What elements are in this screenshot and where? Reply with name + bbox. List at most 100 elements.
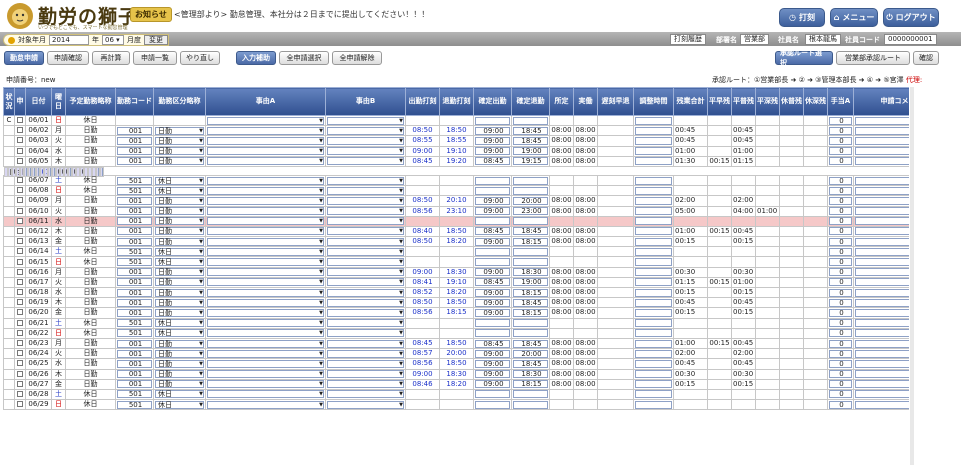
allowance-input[interactable]: 0 bbox=[829, 237, 852, 246]
apply-checkbox[interactable] bbox=[17, 197, 23, 204]
confirmed-out-input[interactable]: 19:15 bbox=[513, 157, 548, 166]
allowance-input[interactable]: 0 bbox=[829, 288, 852, 297]
work-code-input[interactable]: 001 bbox=[117, 136, 152, 145]
comment-input[interactable] bbox=[855, 329, 909, 338]
confirmed-out-input[interactable]: 18:15 bbox=[513, 308, 548, 317]
allowance-input[interactable]: 0 bbox=[829, 227, 852, 236]
work-code-input[interactable]: 001 bbox=[117, 196, 152, 205]
confirmed-out-input[interactable]: 18:45 bbox=[513, 136, 548, 145]
reason-b-select[interactable]: ▼ bbox=[327, 147, 404, 156]
reason-a-select[interactable]: ▼ bbox=[207, 400, 324, 409]
comment-input[interactable] bbox=[855, 126, 909, 135]
comment-input[interactable] bbox=[855, 390, 909, 399]
adjust-time-input[interactable] bbox=[635, 359, 672, 368]
comment-input[interactable] bbox=[855, 400, 909, 409]
adjust-time-input[interactable] bbox=[635, 370, 672, 379]
reason-a-select[interactable]: ▼ bbox=[207, 136, 324, 145]
confirmed-out-input[interactable] bbox=[513, 116, 548, 125]
table-row[interactable]: 06/20 金日勤 001 日勤 ▼ ▼ ▼ 08:56 18:15 09:00 18:15 08:0… bbox=[3, 307, 909, 319]
confirmed-out-input[interactable]: 23:00 bbox=[513, 207, 548, 216]
allowance-input[interactable]: 0 bbox=[829, 258, 852, 267]
confirmed-out-input[interactable]: 18:45 bbox=[513, 298, 548, 307]
work-code-input[interactable]: 501 bbox=[117, 186, 152, 195]
comment-input[interactable] bbox=[855, 339, 909, 348]
allowance-input[interactable]: 0 bbox=[829, 196, 852, 205]
adjust-time-input[interactable] bbox=[635, 147, 672, 156]
adjust-time-input[interactable] bbox=[635, 339, 672, 348]
adjust-time-input[interactable] bbox=[635, 237, 672, 246]
adjust-time-input[interactable] bbox=[635, 268, 672, 277]
adjust-time-input[interactable] bbox=[635, 380, 672, 389]
comment-input[interactable] bbox=[855, 196, 909, 205]
reason-a-select[interactable]: ▼ bbox=[207, 126, 324, 135]
reason-b-select[interactable]: ▼ bbox=[327, 339, 404, 348]
reason-a-select[interactable]: ▼ bbox=[207, 207, 324, 216]
apply-checkbox[interactable] bbox=[17, 147, 23, 154]
work-class-select[interactable]: 休日 ▼ bbox=[155, 176, 204, 185]
apply-checkbox[interactable] bbox=[17, 340, 23, 347]
input-assist-button[interactable]: 入力補助 bbox=[236, 51, 276, 65]
apply-checkbox[interactable] bbox=[17, 227, 23, 234]
reason-b-select[interactable]: ▼ bbox=[327, 258, 404, 267]
work-class-select[interactable]: 日勤▼ bbox=[155, 370, 204, 379]
confirmed-in-input[interactable]: 09:00 bbox=[475, 268, 510, 277]
work-class-select[interactable]: 日勤▼ bbox=[155, 237, 204, 246]
apply-checkbox[interactable] bbox=[17, 258, 23, 265]
confirmed-in-input[interactable]: 08:45 bbox=[475, 227, 510, 236]
work-class-select[interactable]: 日勤▼ bbox=[155, 136, 204, 145]
work-class-select[interactable]: 休日 ▼ bbox=[155, 390, 204, 399]
table-row[interactable]: 06/18 水日勤 001 日勤 ▼ ▼ ▼ 08:52 18:20 09:00 18:15 08:0… bbox=[3, 286, 909, 299]
comment-input[interactable] bbox=[855, 349, 909, 358]
work-code-input[interactable]: 001 bbox=[117, 237, 152, 246]
confirmed-in-input[interactable]: 09:00 bbox=[475, 359, 510, 368]
comment-input[interactable] bbox=[855, 319, 909, 328]
punch-history-button[interactable]: 打刻履歴 bbox=[670, 34, 706, 45]
adjust-time-input[interactable] bbox=[635, 217, 672, 226]
work-class-select[interactable]: 日勤▼ bbox=[155, 147, 204, 156]
work-code-input[interactable]: 501 bbox=[117, 329, 152, 338]
table-row[interactable]: C 06/01 日休日 ▼ ▼ 0 bbox=[3, 114, 909, 127]
adjust-time-input[interactable] bbox=[635, 207, 672, 216]
adjust-time-input[interactable] bbox=[635, 298, 672, 307]
reason-a-select[interactable]: ▼ bbox=[207, 186, 324, 195]
confirmed-out-input[interactable]: 18:45 bbox=[513, 126, 548, 135]
confirmed-out-input[interactable]: 18:15 bbox=[513, 288, 548, 297]
work-class-select[interactable]: 休日 ▼ bbox=[155, 247, 204, 256]
reason-a-select[interactable]: ▼ bbox=[207, 116, 324, 125]
apply-checkbox[interactable] bbox=[17, 370, 23, 377]
reason-a-select[interactable]: ▼ bbox=[207, 237, 324, 246]
change-button[interactable]: 変更 bbox=[144, 35, 168, 45]
menu-button[interactable]: ⌂ メニュー bbox=[830, 8, 878, 27]
allowance-input[interactable]: 0 bbox=[829, 186, 852, 195]
table-row[interactable]: 06/25 水日勤 001 日勤 ▼ ▼ ▼ 08:56 18:50 09:00 18:45 08:0… bbox=[3, 358, 909, 370]
work-class-select[interactable]: 日勤▼ bbox=[155, 298, 204, 307]
work-code-input[interactable]: 001 bbox=[117, 157, 152, 166]
confirmed-in-input[interactable] bbox=[475, 176, 510, 185]
confirmed-out-input[interactable]: 19:00 bbox=[513, 147, 548, 156]
reason-a-select[interactable]: ▼ bbox=[207, 278, 324, 287]
work-class-select[interactable]: 日勤▼ bbox=[155, 157, 204, 166]
allowance-input[interactable]: 0 bbox=[829, 400, 852, 409]
work-code-input[interactable]: 501 bbox=[117, 247, 152, 256]
apply-checkbox[interactable] bbox=[17, 299, 23, 306]
work-code-input[interactable]: 001 bbox=[117, 288, 152, 297]
confirmed-in-input[interactable] bbox=[475, 247, 510, 256]
adjust-time-input[interactable] bbox=[635, 136, 672, 145]
work-class-select[interactable]: 日勤▼ bbox=[155, 359, 204, 368]
adjust-time-input[interactable] bbox=[635, 349, 672, 358]
confirmed-in-input[interactable]: 09:00 bbox=[475, 288, 510, 297]
allowance-input[interactable]: 0 bbox=[829, 136, 852, 145]
adjust-time-input[interactable] bbox=[635, 308, 672, 317]
apply-checkbox[interactable] bbox=[17, 157, 23, 164]
table-row[interactable]: 06/16 月日勤 001 日勤 ▼ ▼ ▼ 09:00 18:30 09:00 18:30 08:0… bbox=[3, 266, 909, 278]
adjust-time-input[interactable] bbox=[635, 186, 672, 195]
adjust-time-input[interactable] bbox=[635, 227, 672, 236]
comment-input[interactable] bbox=[101, 167, 103, 176]
work-class-select[interactable]: 日勤▼ bbox=[155, 339, 204, 348]
adjust-time-input[interactable] bbox=[635, 390, 672, 399]
comment-input[interactable] bbox=[855, 370, 909, 379]
reason-a-select[interactable]: ▼ bbox=[207, 217, 324, 226]
allowance-input[interactable]: 0 bbox=[829, 339, 852, 348]
apply-checkbox[interactable] bbox=[17, 248, 23, 255]
confirmed-out-input[interactable]: 20:00 bbox=[513, 196, 548, 205]
